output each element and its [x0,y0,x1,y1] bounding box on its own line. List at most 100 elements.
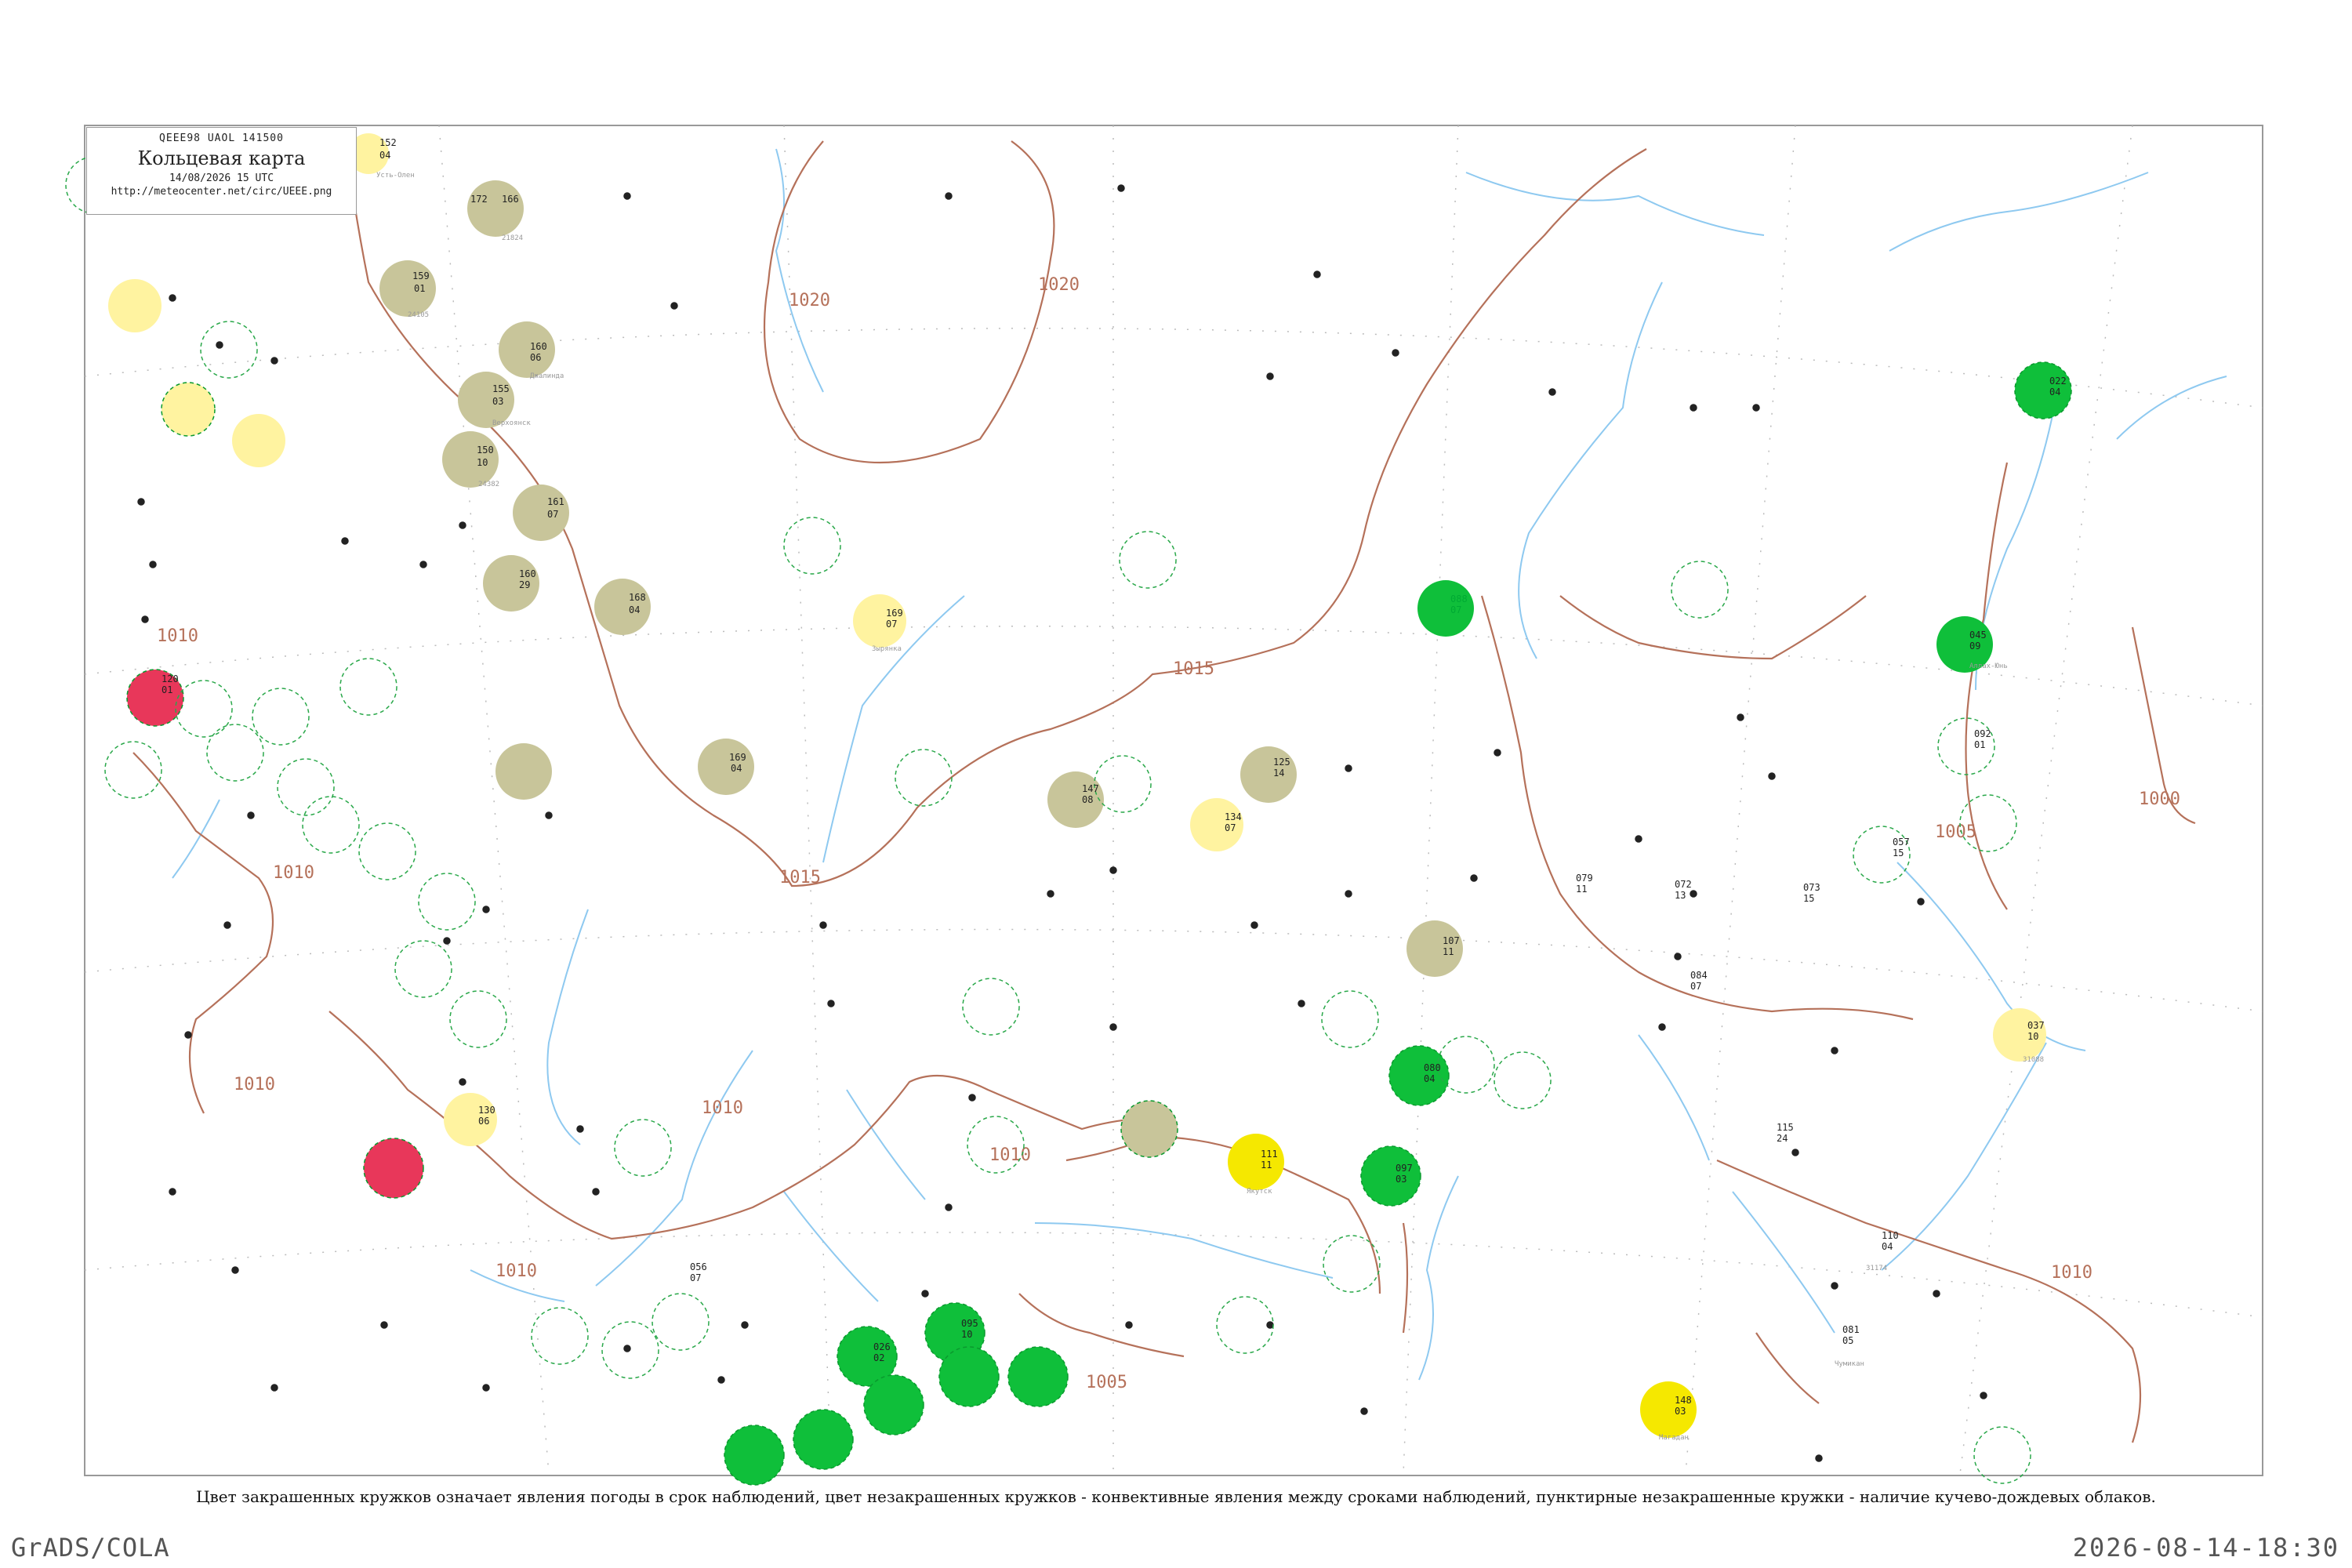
station-dew: 15 [1893,848,1904,858]
cb-circles [65,156,2031,1484]
station-id: 31174 [1866,1265,1887,1272]
station-circle [483,555,539,612]
isobar-label: 1010 [495,1261,537,1281]
station-temp: 073 [1803,882,1820,893]
station-dew: 07 [1690,981,1701,992]
station-circle [724,1425,785,1486]
map-frame [84,125,2263,1476]
station-dew: 04 [1424,1073,1435,1084]
station-dew: 29 [519,579,530,590]
station-circle [232,414,285,467]
station-circle [1360,1145,1421,1207]
station-id: 21824 [502,234,523,242]
isobar-label: 1005 [1935,822,1976,842]
station-dew: 07 [1225,822,1236,833]
station-dew: 07 [547,509,558,520]
isobar-label: 1015 [779,868,821,887]
station-temp: 095 [961,1318,978,1329]
station-name: Джалинда [530,372,564,380]
isobar-label: 1010 [157,626,198,646]
station-dew: 01 [162,684,172,695]
station-dew: 03 [1675,1406,1686,1417]
isobar-label: 1005 [1086,1373,1127,1392]
station-temp: 160 [519,568,536,579]
station-circle [793,1409,854,1470]
footer-software: GrADS/COLA [11,1533,170,1563]
station-temp: 084 [1690,970,1708,981]
station-id: 24105 [408,311,429,319]
station-circle [594,579,651,635]
station-dew: 14 [1273,768,1284,779]
station-dew: 15 [1803,893,1814,904]
station-temp: 134 [1225,811,1242,822]
station-id: 31088 [2023,1056,2044,1064]
station-temp: 111 [1261,1149,1278,1160]
station-temp: 097 [1396,1163,1413,1174]
station-circle [938,1346,1000,1407]
isobar-label: 1010 [234,1075,275,1094]
station-circle [442,431,499,488]
station-temp: 152 [379,137,397,148]
footer-timestamp: 2026-08-14-18:30 [2072,1533,2339,1563]
station-dew: 03 [492,396,503,407]
station-temp: 079 [1576,873,1593,884]
station-circle [161,382,216,437]
isobar-label: 1010 [989,1145,1031,1165]
station-temp: 107 [1443,935,1460,946]
station-dew: 04 [731,763,742,774]
station-dew: 01 [414,283,425,294]
station-dew: 07 [690,1272,701,1283]
station-dew: 11 [1576,884,1587,895]
station-temp: 092 [1974,728,1991,739]
station-circle [1228,1134,1284,1190]
station-temp: 056 [690,1261,707,1272]
station-circle [467,180,524,237]
station-temp: 159 [412,270,430,281]
map-url: http://meteocenter.net/circ/UEEE.png [111,186,332,198]
station-temp: 160 [530,341,547,352]
isobar-label: 1020 [1038,275,1080,295]
weather-map: 1020 1020 1015 1015 1010 1010 1010 1010 … [65,125,2263,1486]
isobar-label: 1015 [1173,659,1214,679]
station-temp: 088 [1450,593,1468,604]
station-circle [1417,580,1474,637]
station-dew: 08 [1082,794,1093,805]
station-circle [1640,1381,1697,1438]
station-dew: 06 [478,1116,489,1127]
station-temp: 110 [1882,1230,1899,1241]
station-temp: 150 [477,445,494,456]
station-temp: 057 [1893,837,1910,848]
station-circle [698,739,754,795]
station-name: Верхоянск [492,419,531,427]
station-dew: 10 [961,1329,972,1340]
station-temp: 147 [1082,783,1099,794]
isobar-label: 1010 [273,863,314,883]
station-dew: 04 [379,150,390,161]
isobar-label: 1020 [789,291,830,310]
map-header-box: QEEE98 UAOL 141500 Кольцевая карта 14/08… [86,127,357,215]
station-temp: 172 [470,194,488,205]
station-temp: 045 [1969,630,1987,641]
station-name: Зырянка [872,645,902,653]
station-circle [1120,1100,1178,1158]
station-temp: 120 [162,673,179,684]
station-dew: 10 [2027,1031,2038,1042]
station-temp: 115 [1777,1122,1794,1133]
isobar-label: 1010 [2051,1263,2092,1283]
station-name: Аллах-Юнь [1969,662,2008,670]
station-circle [853,594,906,648]
station-temp: 022 [2049,376,2067,387]
station-temp: 169 [729,752,746,763]
map-datetime: 14/08/2026 15 UTC [169,172,274,184]
station-temp: 026 [873,1341,891,1352]
station-dew: 01 [1974,739,1985,750]
station-circle [1388,1045,1450,1106]
map-codes: QEEE98 UAOL 141500 [159,132,284,144]
station-dew: 11 [1443,946,1454,957]
station-name: Якутск [1247,1188,1272,1196]
station-name: Чумикан [1835,1360,1864,1368]
station-dew: 03 [1396,1174,1406,1185]
station-temp: 072 [1675,879,1692,890]
station-circle [379,260,436,317]
station-dew: 13 [1675,890,1686,901]
